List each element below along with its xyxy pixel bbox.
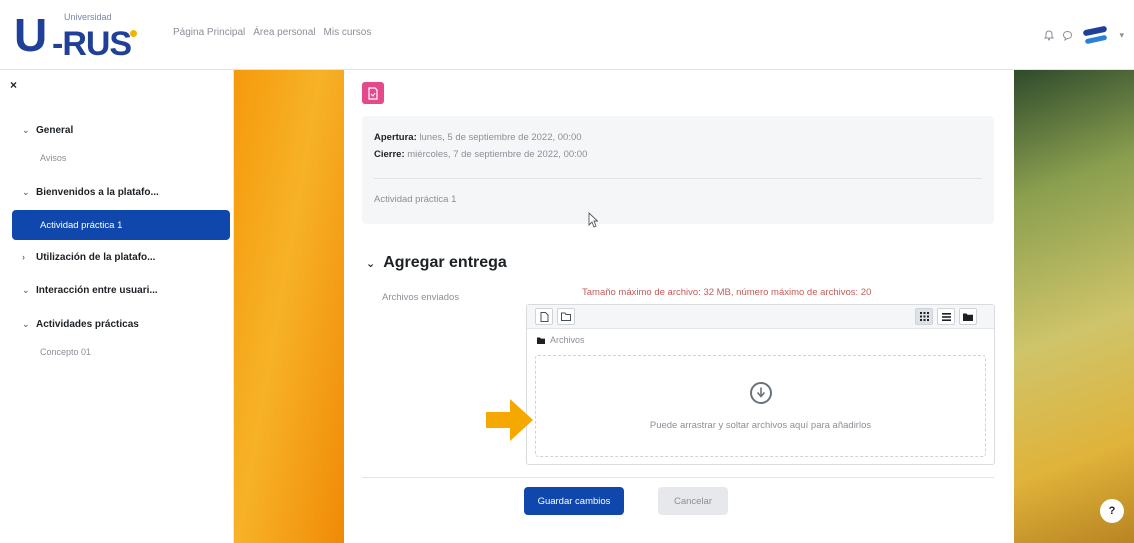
folder-filled-icon: [963, 313, 973, 321]
sidebar-item-concepto-01[interactable]: Concepto 01: [12, 337, 230, 367]
opening-value: lunes, 5 de septiembre de 2022, 00:00: [419, 132, 582, 143]
file-icon: [540, 311, 548, 322]
avatar-wave-2: [1085, 34, 1108, 45]
chat-icon[interactable]: [1062, 30, 1073, 41]
sidebar-item-label: Bienvenidos a la platafo...: [36, 186, 159, 198]
activity-dates-box: Apertura: lunes, 5 de septiembre de 2022…: [362, 116, 994, 224]
folder-icon: [561, 312, 571, 321]
logo-dot: [130, 30, 137, 37]
mouse-cursor-icon: [588, 212, 598, 228]
sidebar-item-label: General: [36, 124, 74, 136]
background-decoration-left: [234, 70, 344, 543]
closing-date: Cierre: miércoles, 7 de septiembre de 20…: [374, 149, 587, 160]
help-button[interactable]: ?: [1100, 499, 1124, 523]
close-icon[interactable]: ×: [10, 78, 17, 92]
sidebar-item-bienvenidos[interactable]: ⌄ Bienvenidos a la platafo...: [12, 177, 230, 207]
activity-description: Actividad práctica 1: [374, 194, 457, 205]
user-menu-caret-icon[interactable]: ▾: [1119, 30, 1124, 41]
top-right-icons: ▾: [1044, 20, 1124, 50]
folder-icon: [537, 337, 545, 344]
primary-nav: Página Principal Área personal Mis curso…: [173, 27, 371, 38]
save-changes-button[interactable]: Guardar cambios: [524, 487, 624, 515]
sidebar-item-label: Actividades prácticas: [36, 318, 139, 330]
annotation-arrow-icon: [486, 399, 533, 441]
breadcrumb-archivos[interactable]: Archivos: [550, 335, 585, 345]
view-icons-button[interactable]: [915, 308, 933, 325]
university-logo[interactable]: Universidad U -RUS: [14, 10, 154, 64]
sidebar-item-label: Concepto 01: [40, 347, 92, 357]
file-picker: Archivos Puede arrastrar y soltar archiv…: [526, 304, 995, 465]
divider: [374, 178, 982, 179]
view-list-button[interactable]: [937, 308, 955, 325]
sidebar-item-label: Interacción entre usuari...: [36, 284, 158, 296]
user-avatar[interactable]: [1081, 20, 1112, 50]
add-submission-header[interactable]: ⌄ Agregar entrega: [366, 254, 507, 272]
divider: [362, 477, 994, 478]
document-icon: [368, 86, 378, 100]
grid-icon: [919, 312, 929, 321]
nav-link-home[interactable]: Página Principal: [173, 27, 245, 38]
sidebar-item-label: Utilización de la platafo...: [36, 251, 156, 263]
closing-value: miércoles, 7 de septiembre de 2022, 00:0…: [407, 149, 588, 160]
background-decoration-right: [1014, 70, 1134, 543]
file-limits: Tamaño máximo de archivo: 32 MB, número …: [582, 287, 872, 298]
cancel-button[interactable]: Cancelar: [658, 487, 728, 515]
chevron-down-icon: ⌄: [22, 186, 30, 197]
chevron-down-icon: ⌄: [366, 257, 376, 270]
sidebar-item-avisos[interactable]: Avisos: [12, 143, 230, 173]
top-navbar: Universidad U -RUS Página Principal Área…: [0, 0, 1134, 70]
opening-date: Apertura: lunes, 5 de septiembre de 2022…: [374, 132, 582, 143]
sidebar-item-interaccion[interactable]: ⌄ Interacción entre usuari...: [12, 275, 230, 305]
list-icon: [941, 312, 951, 321]
add-file-button[interactable]: [535, 308, 553, 325]
create-folder-button[interactable]: [557, 308, 575, 325]
nav-link-dashboard[interactable]: Área personal: [253, 27, 315, 38]
section-title: Agregar entrega: [383, 254, 507, 271]
files-label: Archivos enviados: [382, 292, 460, 303]
sidebar-item-actividades-practicas[interactable]: ⌄ Actividades prácticas: [12, 309, 230, 339]
chevron-down-icon: ⌄: [22, 124, 30, 135]
file-dropzone[interactable]: Puede arrastrar y soltar archivos aquí p…: [535, 355, 986, 457]
chevron-right-icon: ›: [22, 252, 25, 262]
bell-icon[interactable]: [1044, 29, 1055, 41]
file-picker-toolbar: [527, 305, 994, 329]
assignment-icon: [362, 82, 384, 104]
opening-label: Apertura:: [374, 132, 417, 143]
download-arrow-icon: [749, 381, 772, 404]
nav-link-my-courses[interactable]: Mis cursos: [324, 27, 372, 38]
dropzone-text: Puede arrastrar y soltar archivos aquí p…: [649, 419, 872, 431]
course-index-sidebar: × ⌄ General Avisos ⌄ Bienvenidos a la pl…: [0, 70, 234, 543]
sidebar-item-label: Actividad práctica 1: [40, 219, 123, 231]
sidebar-item-actividad-practica-1[interactable]: Actividad práctica 1: [12, 210, 230, 240]
main-content: Apertura: lunes, 5 de septiembre de 2022…: [344, 70, 1014, 543]
sidebar-item-utilizacion[interactable]: › Utilización de la platafo...: [12, 242, 230, 272]
file-picker-breadcrumb: Archivos: [537, 335, 585, 345]
chevron-down-icon: ⌄: [22, 284, 30, 295]
sidebar-item-general[interactable]: ⌄ General: [12, 115, 230, 145]
closing-label: Cierre:: [374, 149, 405, 160]
chevron-down-icon: ⌄: [22, 318, 30, 329]
logo-rus: -RUS: [52, 25, 132, 63]
logo-u: U: [14, 9, 47, 61]
arrow-down-icon: [756, 387, 765, 398]
view-tree-button[interactable]: [959, 308, 977, 325]
sidebar-item-label: Avisos: [40, 153, 67, 163]
logo-subtitle: Universidad: [64, 12, 112, 22]
